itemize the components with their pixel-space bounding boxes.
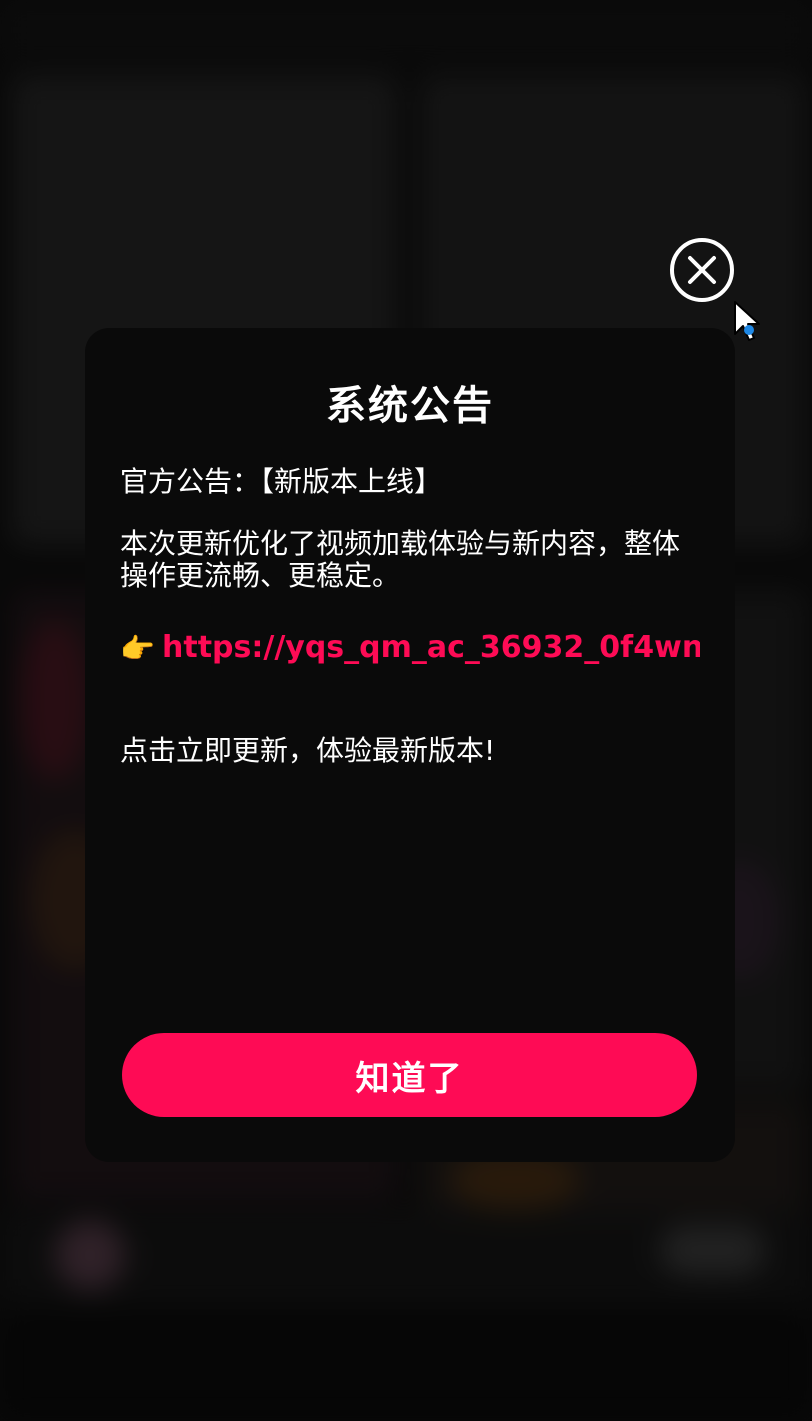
pointing-hand-icon: 👉 [120,632,155,665]
notice-heading: 官方公告：【新版本上线】 [120,465,443,498]
close-button[interactable] [670,238,734,302]
update-link[interactable]: https://yqs_qm_ac_36932_0f4wn485. [162,632,700,665]
close-circle-icon [688,256,716,284]
screen: 系统公告 官方公告：【新版本上线】 本次更新优化了视频加载体验与新内容，整体操作… [0,0,812,1421]
dialog-body: 官方公告：【新版本上线】 本次更新优化了视频加载体验与新内容，整体操作更流畅、更… [120,466,700,767]
notice-text: 本次更新优化了视频加载体验与新内容，整体操作更流畅、更稳定。 [120,527,681,592]
link-row: 👉https://yqs_qm_ac_36932_0f4wn485. [120,632,700,665]
confirm-button[interactable]: 知道了 [122,1033,697,1117]
notice-cta: 点击立即更新，体验最新版本! [120,734,496,767]
mouse-pointer-icon [734,301,760,341]
dialog-title: 系统公告 [326,383,494,429]
announcement-dialog: 系统公告 官方公告：【新版本上线】 本次更新优化了视频加载体验与新内容，整体操作… [85,328,735,1162]
